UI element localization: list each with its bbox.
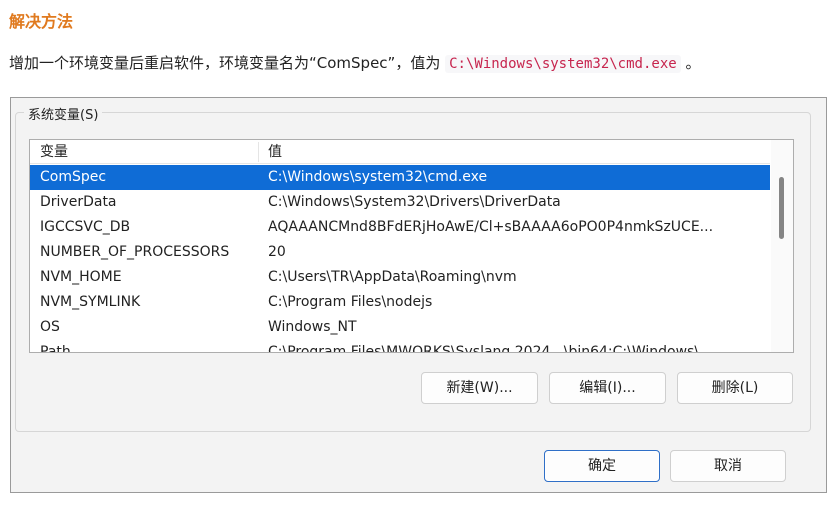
- variable-value-cell: C:\Windows\System32\Drivers\DriverData: [268, 194, 561, 210]
- list-header: 变量 值: [30, 140, 770, 164]
- table-row[interactable]: NVM_SYMLINK C:\Program Files\nodejs: [30, 290, 770, 315]
- column-header-variable[interactable]: 变量: [30, 140, 258, 164]
- table-row[interactable]: ComSpec C:\Windows\system32\cmd.exe: [30, 165, 770, 190]
- section-heading: 解决方法: [9, 12, 74, 31]
- new-button[interactable]: 新建(W)...: [421, 372, 538, 404]
- variable-name-cell: Path: [40, 344, 71, 353]
- variable-name-cell: NVM_HOME: [40, 269, 122, 285]
- variable-name-cell: DriverData: [40, 194, 117, 210]
- cancel-button[interactable]: 取消: [670, 450, 786, 482]
- variable-value-cell: AQAAANCMnd8BFdERjHoAwE/Cl+sBAAAA6oPO0P4n…: [268, 219, 714, 235]
- description-text: 增加一个环境变量后重启软件，环境变量名为“ComSpec”，值为 C:\Wind…: [9, 52, 700, 73]
- variable-value-cell: C:\Windows\system32\cmd.exe: [268, 169, 488, 185]
- variable-value-cell: Windows_NT: [268, 319, 357, 335]
- table-row[interactable]: Path C:\Program Files\MWORKS\Syslang 2024…: [30, 340, 770, 353]
- table-row[interactable]: NVM_HOME C:\Users\TR\AppData\Roaming\nvm: [30, 265, 770, 290]
- table-row[interactable]: NUMBER_OF_PROCESSORS 20: [30, 240, 770, 265]
- column-header-value[interactable]: 值: [258, 140, 758, 164]
- description-before: 增加一个环境变量后重启软件，环境变量名为“ComSpec”，值为: [9, 54, 446, 72]
- edit-button[interactable]: 编辑(I)...: [549, 372, 666, 404]
- variable-value-cell: C:\Users\TR\AppData\Roaming\nvm: [268, 269, 517, 285]
- variable-name-cell: NUMBER_OF_PROCESSORS: [40, 244, 230, 260]
- variable-value-cell: C:\Program Files\MWORKS\Syslang 2024...\…: [268, 344, 713, 353]
- environment-variables-dialog: 系统变量(S) 变量 值 ComSpec C:\Windows\system32\…: [10, 97, 827, 493]
- ok-button[interactable]: 确定: [544, 450, 660, 482]
- scroll-thumb[interactable]: [779, 177, 784, 239]
- code-path: C:\Windows\system32\cmd.exe: [445, 55, 681, 73]
- variable-name-cell: NVM_SYMLINK: [40, 294, 141, 310]
- variable-name-cell: ComSpec: [40, 169, 107, 185]
- table-row[interactable]: OS Windows_NT: [30, 315, 770, 340]
- vertical-scrollbar[interactable]: [771, 140, 793, 352]
- variable-value-cell: 20: [268, 244, 286, 260]
- group-title: 系统变量(S): [24, 104, 103, 123]
- table-row[interactable]: IGCCSVC_DB AQAAANCMnd8BFdERjHoAwE/Cl+sBAA…: [30, 215, 770, 240]
- list-rows: ComSpec C:\Windows\system32\cmd.exe Driver…: [30, 165, 770, 353]
- delete-button[interactable]: 删除(L): [677, 372, 793, 404]
- variable-value-cell: C:\Program Files\nodejs: [268, 294, 433, 310]
- table-row[interactable]: DriverData C:\Windows\System32\Drivers\Dr…: [30, 190, 770, 215]
- system-variables-list[interactable]: 变量 值 ComSpec C:\Windows\system32\cmd.exe D…: [29, 139, 794, 353]
- variable-name-cell: OS: [40, 319, 60, 335]
- description-after: 。: [680, 54, 701, 72]
- variable-name-cell: IGCCSVC_DB: [40, 219, 131, 235]
